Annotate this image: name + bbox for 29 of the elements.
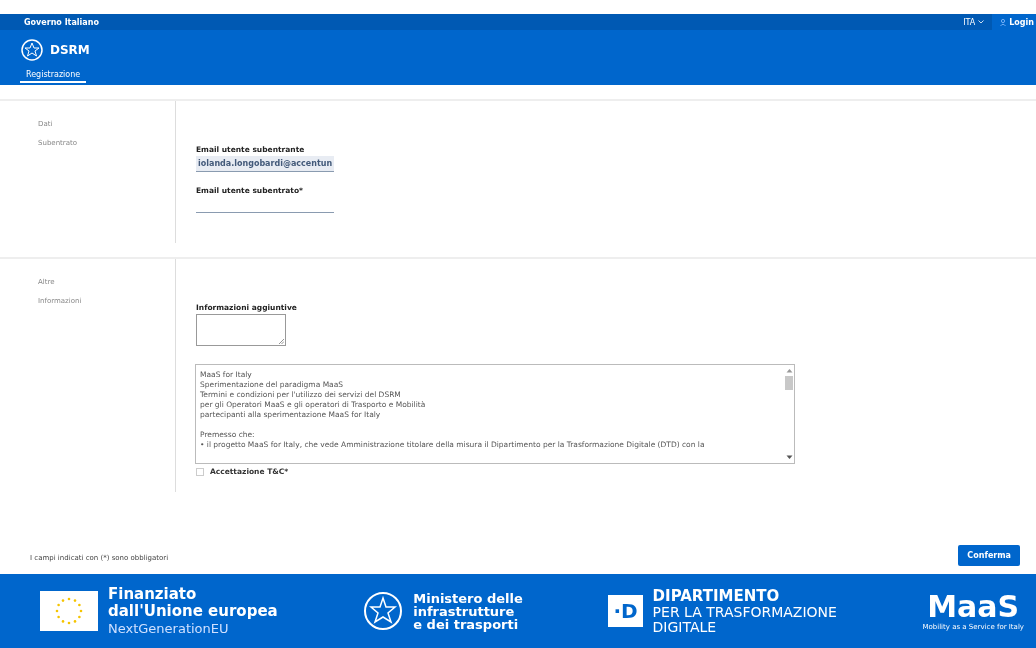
confirm-button[interactable]: Conferma [958,545,1020,566]
logo-text: PER LA TRASFORMAZIONE [652,604,837,620]
language-selector[interactable]: ITA [963,17,985,27]
dtd-logo: ·D [608,595,643,627]
textarea-field[interactable] [196,314,286,346]
resize-grip-icon [278,338,284,344]
emblem-icon [20,38,44,62]
logo-text: dall'Unione europea [108,602,278,620]
logo-text: DIPARTIMENTO [652,587,781,605]
terms-box[interactable] [195,364,795,464]
logo-text: DIGITALE [652,619,718,635]
user-icon [1000,18,1007,26]
checkbox[interactable] [196,467,204,476]
logo-text: e dei trasporti [413,617,520,631]
app-title: DSRM [50,43,90,57]
scroll-down-icon [785,455,793,460]
brand-text: Governo Italiano [24,17,99,27]
scroll-up-icon [785,368,793,373]
logo-text: Ministero delle [413,591,523,605]
logo-text: infrastrutture [413,604,516,618]
eu-flag-icon [40,591,98,631]
login-button[interactable]: Login [992,14,1036,30]
chevron-down-icon [978,20,985,24]
logo-text: NextGenerationEU [108,619,230,637]
logo-text: Finanziato [108,585,198,603]
nav-tab[interactable]: Registrazione [20,68,87,83]
maas-logo: MaaS [927,590,1020,623]
scroll-thumb[interactable] [785,376,793,390]
emblem-icon [363,591,404,631]
